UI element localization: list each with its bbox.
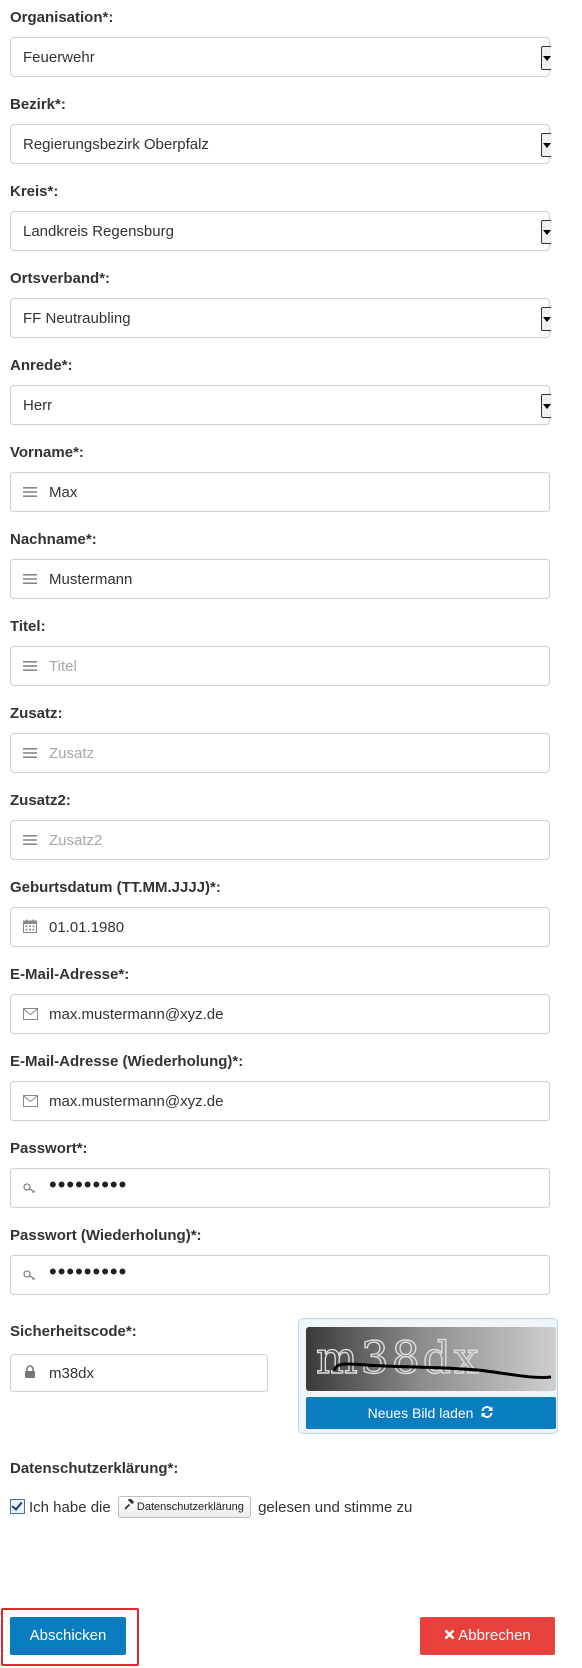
chevron-down-icon[interactable] — [541, 220, 551, 244]
passwort-label: Passwort*: — [10, 1140, 88, 1157]
zusatz2-label: Zusatz2: — [10, 792, 71, 809]
ortsverband-select[interactable]: FF Neutraubling — [10, 298, 551, 338]
cancel-button[interactable]: Abbrechen — [420, 1617, 555, 1655]
datenschutz-label: Datenschutzerklärung*: — [10, 1460, 179, 1477]
consent-checkbox[interactable] — [10, 1498, 25, 1514]
sicherheitscode-field[interactable]: m38dx — [10, 1354, 268, 1392]
organisation-select[interactable]: Feuerwehr — [10, 37, 551, 77]
privacy-policy-button-label: Datenschutzerklärung — [136, 1501, 244, 1514]
captcha-panel: m38dx Neues Bild laden — [298, 1318, 558, 1434]
consent-prefix: Ich habe die — [29, 1499, 111, 1516]
menu-lines-icon — [21, 744, 39, 764]
menu-lines-icon — [21, 570, 39, 590]
captcha-reload-label: Neues Bild laden — [367, 1405, 474, 1421]
nachname-value: Mustermann — [49, 571, 133, 588]
menu-lines-icon — [21, 483, 39, 503]
sicherheitscode-label: Sicherheitscode*: — [10, 1323, 137, 1340]
key-icon — [21, 1266, 39, 1286]
chevron-down-icon[interactable] — [541, 46, 551, 70]
menu-lines-icon — [21, 657, 39, 677]
organisation-label: Organisation*: — [10, 9, 114, 26]
key-icon — [21, 1179, 39, 1199]
refresh-icon — [480, 1398, 494, 1430]
times-icon — [444, 1617, 455, 1655]
vorname-field[interactable]: Max — [10, 472, 550, 512]
vorname-value: Max — [49, 484, 78, 501]
kreis-label: Kreis*: — [10, 183, 59, 200]
passwort-repeat-label: Passwort (Wiederholung)*: — [10, 1227, 202, 1244]
anrede-value: Herr — [23, 397, 53, 414]
sicherheitscode-value: m38dx — [49, 1365, 95, 1382]
anrede-select[interactable]: Herr — [10, 385, 551, 425]
envelope-icon — [21, 1005, 39, 1025]
email-label: E-Mail-Adresse*: — [10, 966, 130, 983]
kreis-select[interactable]: Landkreis Regensburg — [10, 211, 551, 251]
nachname-field[interactable]: Mustermann — [10, 559, 550, 599]
cancel-button-label: Abbrechen — [458, 1627, 531, 1644]
geburtsdatum-label: Geburtsdatum (TT.MM.JJJJ)*: — [10, 879, 221, 896]
menu-lines-icon — [21, 831, 39, 851]
zusatz-label: Zusatz: — [10, 705, 63, 722]
registration-form: Organisation*: Feuerwehr Bezirk*: Regier… — [0, 0, 582, 1668]
passwort-value: ••••••••• — [49, 1172, 128, 1197]
gavel-icon — [124, 1497, 135, 1517]
email-repeat-value: max.mustermann@xyz.de — [49, 1093, 224, 1110]
zusatz-placeholder: Zusatz — [49, 745, 95, 762]
chevron-down-icon[interactable] — [541, 394, 551, 418]
captcha-text: m38dx — [316, 1333, 482, 1384]
captcha-image: m38dx — [306, 1327, 556, 1391]
passwort-field[interactable]: ••••••••• — [10, 1168, 550, 1208]
anrede-label: Anrede*: — [10, 357, 73, 374]
lock-icon — [21, 1364, 39, 1384]
captcha-reload-button[interactable]: Neues Bild laden — [306, 1397, 556, 1429]
titel-placeholder: Titel — [49, 658, 77, 675]
organisation-value: Feuerwehr — [23, 49, 95, 66]
consent-suffix: gelesen und stimme zu — [258, 1499, 413, 1516]
vorname-label: Vorname*: — [10, 444, 84, 461]
bezirk-select[interactable]: Regierungsbezirk Oberpfalz — [10, 124, 551, 164]
submit-button[interactable]: Abschicken — [10, 1617, 126, 1655]
email-field[interactable]: max.mustermann@xyz.de — [10, 994, 550, 1034]
geburtsdatum-field[interactable]: 01.01.1980 — [10, 907, 550, 947]
consent-row: Ich habe die Datenschutzerklärung gelese… — [10, 1496, 570, 1520]
ortsverband-value: FF Neutraubling — [23, 310, 131, 327]
email-value: max.mustermann@xyz.de — [49, 1006, 224, 1023]
ortsverband-label: Ortsverband*: — [10, 270, 111, 287]
zusatz-field[interactable]: Zusatz — [10, 733, 550, 773]
privacy-policy-button[interactable]: Datenschutzerklärung — [117, 1496, 251, 1519]
geburtsdatum-value: 01.01.1980 — [49, 919, 125, 936]
envelope-icon — [21, 1092, 39, 1112]
kreis-value: Landkreis Regensburg — [23, 223, 174, 240]
nachname-label: Nachname*: — [10, 531, 97, 548]
zusatz2-placeholder: Zusatz2 — [49, 832, 103, 849]
titel-field[interactable]: Titel — [10, 646, 550, 686]
calendar-icon — [21, 918, 39, 938]
email-repeat-field[interactable]: max.mustermann@xyz.de — [10, 1081, 550, 1121]
bezirk-value: Regierungsbezirk Oberpfalz — [23, 136, 209, 153]
bezirk-label: Bezirk*: — [10, 96, 66, 113]
chevron-down-icon[interactable] — [541, 133, 551, 157]
email-repeat-label: E-Mail-Adresse (Wiederholung)*: — [10, 1053, 244, 1070]
titel-label: Titel: — [10, 618, 46, 635]
passwort-repeat-value: ••••••••• — [49, 1259, 128, 1284]
passwort-repeat-field[interactable]: ••••••••• — [10, 1255, 550, 1295]
zusatz2-field[interactable]: Zusatz2 — [10, 820, 550, 860]
chevron-down-icon[interactable] — [541, 307, 551, 331]
